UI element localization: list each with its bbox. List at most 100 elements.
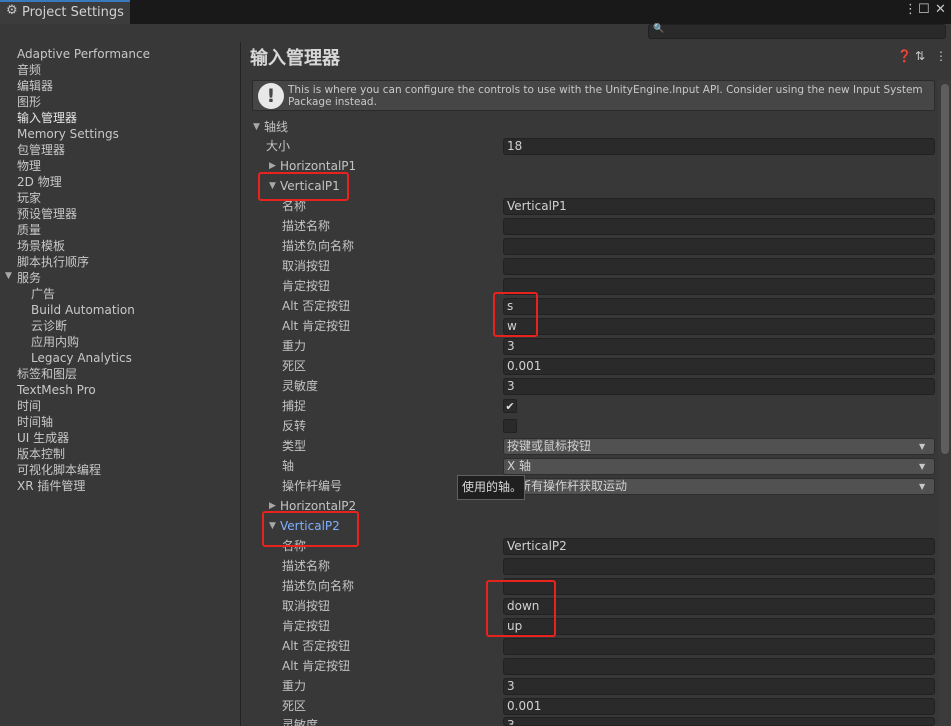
sidebar-item-tags-and-layers[interactable]: 标签和图层 <box>17 366 77 382</box>
p2-alt-positive-button-field[interactable] <box>503 658 935 675</box>
sidebar-item-legacy-analytics[interactable]: Legacy Analytics <box>31 350 132 366</box>
sidebar-item-ads[interactable]: 广告 <box>31 286 55 302</box>
scrollbar-thumb[interactable] <box>941 84 949 454</box>
tab-title: Project Settings <box>22 5 124 20</box>
p1-type-dropdown[interactable]: 按键或鼠标按钮 <box>503 438 935 455</box>
axes-fold-icon[interactable]: ▼ <box>253 118 260 136</box>
sidebar-item-physics[interactable]: 物理 <box>17 158 41 174</box>
sidebar-item-audio[interactable]: 音频 <box>17 62 41 78</box>
info-text: This is where you can configure the cont… <box>288 84 923 108</box>
chevron-down-icon[interactable]: ▼ <box>919 478 925 495</box>
p1-joy-num-dropdown[interactable]: 从所有操作杆获取运动 <box>503 478 935 495</box>
p2-gravity-field[interactable]: 3 <box>503 678 935 695</box>
axis-tooltip: 使用的轴。 <box>457 475 525 500</box>
p1-alt-negative-button-field[interactable]: s <box>503 298 935 315</box>
help-icon[interactable]: ❓ <box>897 49 912 63</box>
sidebar-item-script-execution-order[interactable]: 脚本执行顺序 <box>17 254 89 270</box>
p1-negative-button-field[interactable] <box>503 258 935 275</box>
p2-sensitivity-field[interactable]: 3 <box>503 717 935 726</box>
p1-axis-dropdown[interactable]: X 轴 <box>503 458 935 475</box>
p2-alt-negative-button-field[interactable] <box>503 638 935 655</box>
gravity-label: 重力 <box>282 339 307 353</box>
invert-label: 反转 <box>282 419 307 433</box>
gravity-label: 重力 <box>282 679 307 693</box>
p1-invert-checkbox[interactable] <box>503 419 517 433</box>
p2-descriptive-negative-name-field[interactable] <box>503 578 935 595</box>
p1-descriptive-negative-name-field[interactable] <box>503 238 935 255</box>
p1-gravity-field[interactable]: 3 <box>503 338 935 355</box>
chevron-down-icon[interactable]: ▼ <box>919 438 925 455</box>
axes-label[interactable]: 轴线 <box>264 118 288 136</box>
sidebar-item-cloud-diagnostics[interactable]: 云诊断 <box>31 318 67 334</box>
fold-arrow-icon[interactable]: ▼ <box>5 271 12 281</box>
descriptive-negative-name-label: 描述负向名称 <box>282 579 355 593</box>
p2-name-field[interactable]: VerticalP2 <box>503 538 935 555</box>
highlight-box <box>262 511 359 547</box>
sidebar-item-xr-plugin-management[interactable]: XR 插件管理 <box>17 478 85 494</box>
p1-positive-button-field[interactable] <box>503 278 935 295</box>
maximize-icon[interactable]: ☐ <box>918 2 930 17</box>
sidebar-item-graphics[interactable]: 图形 <box>17 94 41 110</box>
p2-positive-button-field[interactable]: up <box>503 618 935 635</box>
sidebar-item-player[interactable]: 玩家 <box>17 190 41 206</box>
window-titlebar <box>0 0 951 24</box>
sidebar-item-physics-2d[interactable]: 2D 物理 <box>17 174 62 190</box>
sidebar-item-adaptive-performance[interactable]: Adaptive Performance <box>17 46 150 62</box>
descriptive-name-label: 描述名称 <box>282 559 331 573</box>
p2-descriptive-name-field[interactable] <box>503 558 935 575</box>
sidebar-item-visual-scripting[interactable]: 可视化脚本编程 <box>17 462 101 478</box>
sidebar-item-quality[interactable]: 质量 <box>17 222 41 238</box>
info-icon: ! <box>258 83 284 109</box>
joy-num-label: 操作杆编号 <box>282 479 343 493</box>
descriptive-name-label: 描述名称 <box>282 219 331 233</box>
close-icon[interactable]: ✕ <box>935 2 946 17</box>
chevron-down-icon[interactable]: ▼ <box>919 458 925 475</box>
p1-dead-field[interactable]: 0.001 <box>503 358 935 375</box>
negative-button-label: 取消按钮 <box>282 599 331 613</box>
info-helpbox: ! This is where you can configure the co… <box>252 80 935 111</box>
negative-button-label: 取消按钮 <box>282 259 331 273</box>
search-input[interactable]: 🔍 <box>648 24 946 39</box>
sidebar-item-preset-manager[interactable]: 预设管理器 <box>17 206 77 222</box>
page-title: 输入管理器 <box>250 48 340 69</box>
dead-label: 死区 <box>282 699 307 713</box>
more-icon[interactable]: ⋮ <box>935 49 947 63</box>
sidebar-item-timeline[interactable]: 时间轴 <box>17 414 53 430</box>
p1-alt-positive-button-field[interactable]: w <box>503 318 935 335</box>
gear-icon: ⚙ <box>6 3 18 18</box>
highlight-box <box>258 172 349 201</box>
sidebar-item-editor[interactable]: 编辑器 <box>17 78 53 94</box>
sidebar-item-memory-settings[interactable]: Memory Settings <box>17 126 119 142</box>
preset-icon[interactable]: ⇅ <box>915 49 925 63</box>
sidebar-item-in-app-purchasing[interactable]: 应用内购 <box>31 334 79 350</box>
p1-sensitivity-field[interactable]: 3 <box>503 378 935 395</box>
sidebar-item-ui-builder[interactable]: UI 生成器 <box>17 430 69 446</box>
descriptive-negative-name-label: 描述负向名称 <box>282 239 355 253</box>
dead-label: 死区 <box>282 359 307 373</box>
type-label: 类型 <box>282 439 307 453</box>
p2-negative-button-field[interactable]: down <box>503 598 935 615</box>
p1-name-field[interactable]: VerticalP1 <box>503 198 935 215</box>
snap-label: 捕捉 <box>282 399 307 413</box>
highlight-box <box>486 580 556 637</box>
sidebar-item-time[interactable]: 时间 <box>17 398 41 414</box>
project-settings-tab[interactable]: ⚙ Project Settings <box>0 0 130 24</box>
alt-positive-button-label: Alt 肯定按钮 <box>282 659 351 673</box>
sidebar-item-input-manager[interactable]: 输入管理器 <box>17 110 77 126</box>
p1-snap-checkbox[interactable]: ✔ <box>503 399 517 413</box>
sidebar-item-services[interactable]: 服务 <box>17 270 41 286</box>
p2-dead-field[interactable]: 0.001 <box>503 698 935 715</box>
alt-negative-button-label: Alt 否定按钮 <box>282 639 351 653</box>
sidebar-item-version-control[interactable]: 版本控制 <box>17 446 65 462</box>
sidebar-item-package-manager[interactable]: 包管理器 <box>17 142 65 158</box>
sidebar-item-textmesh-pro[interactable]: TextMesh Pro <box>17 382 96 398</box>
more-icon[interactable]: ⋮ <box>904 2 917 17</box>
sidebar-item-scene-template[interactable]: 场景模板 <box>17 238 65 254</box>
p1-descriptive-name-field[interactable] <box>503 218 935 235</box>
sensitivity-label: 灵敏度 <box>282 718 319 726</box>
size-label: 大小 <box>266 139 291 153</box>
positive-button-label: 肯定按钮 <box>282 619 331 633</box>
sidebar-item-build-automation[interactable]: Build Automation <box>31 302 135 318</box>
size-field[interactable]: 18 <box>503 138 935 155</box>
alt-positive-button-label: Alt 肯定按钮 <box>282 319 351 333</box>
